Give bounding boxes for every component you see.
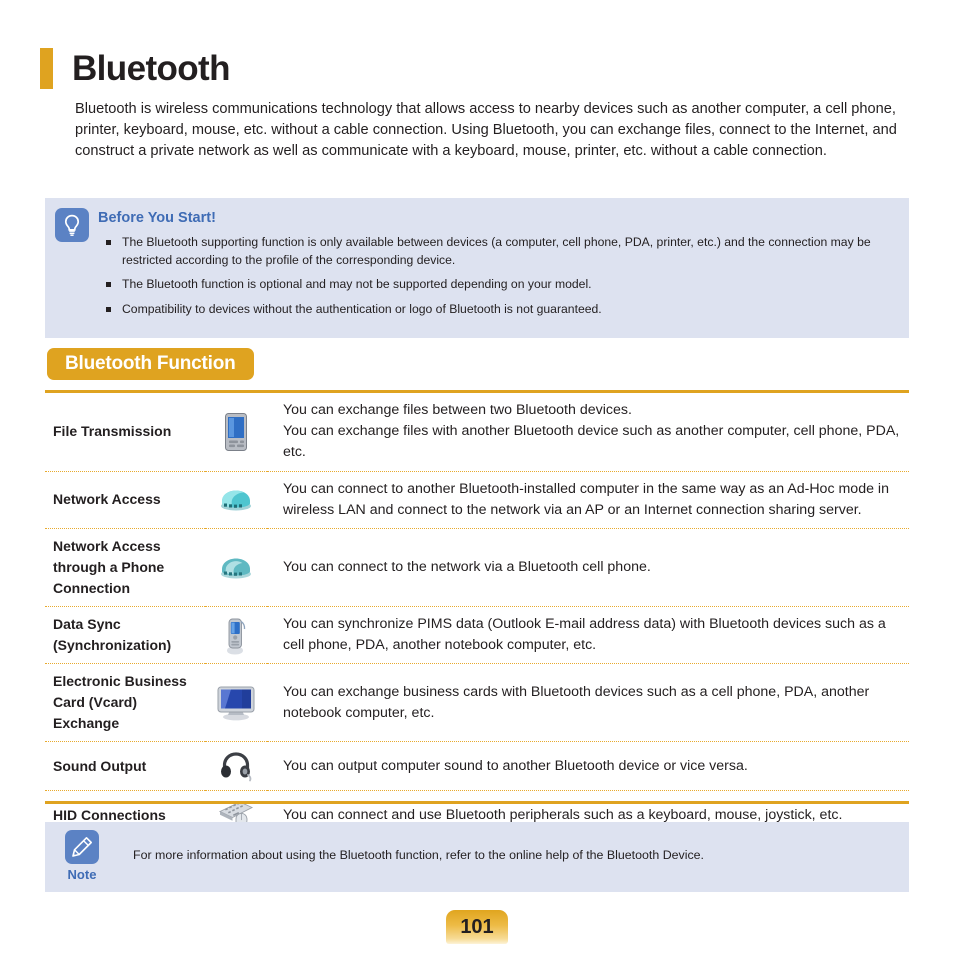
list-item: Compatibility to devices without the aut… <box>102 301 892 319</box>
before-you-start-list: The Bluetooth supporting function is onl… <box>102 234 892 325</box>
table-row: Network Access through a Phone Connectio… <box>45 528 909 608</box>
table-bottom-rule <box>45 801 909 804</box>
bluetooth-function-table: File Transmission You can exchange files… <box>45 390 909 839</box>
table-row: Data Sync (Synchronization) You can sync… <box>45 606 909 665</box>
section-heading: Bluetooth Function <box>47 348 254 380</box>
table-row: File Transmission You can exchange files… <box>45 393 909 472</box>
row-description: You can synchronize PIMS data (Outlook E… <box>267 606 909 665</box>
row-name: Data Sync (Synchronization) <box>45 606 205 665</box>
note-text: For more information about using the Blu… <box>133 848 705 862</box>
page-title-text: Bluetooth <box>72 49 231 88</box>
monitor-icon <box>205 663 267 743</box>
list-item: The Bluetooth function is optional and m… <box>102 276 892 294</box>
list-item: The Bluetooth supporting function is onl… <box>102 234 892 269</box>
row-name: Electronic Business Card (Vcard) Exchang… <box>45 663 205 743</box>
cellphone-sync-icon <box>205 606 267 665</box>
row-description: You can connect to another Bluetooth-ins… <box>267 471 909 530</box>
document-page: Bluetooth Bluetooth is wireless communic… <box>0 0 954 954</box>
table-row: Electronic Business Card (Vcard) Exchang… <box>45 663 909 743</box>
table-row: Sound Output You can output computer sou… <box>45 741 909 792</box>
network-modem-icon <box>205 471 267 530</box>
page-number-badge: 101 <box>446 910 508 944</box>
square-bullet-icon <box>106 240 111 245</box>
square-bullet-icon <box>106 282 111 288</box>
list-item-text: The Bluetooth supporting function is onl… <box>122 235 871 267</box>
row-name: Sound Output <box>45 741 205 792</box>
title-accent-bar <box>40 48 53 89</box>
row-name: File Transmission <box>45 393 205 472</box>
pda-device-icon <box>205 393 267 472</box>
list-item-text: The Bluetooth function is optional and m… <box>122 277 592 292</box>
list-item-text: Compatibility to devices without the aut… <box>122 301 602 316</box>
network-modem-icon <box>205 528 267 608</box>
headphones-icon <box>205 741 267 792</box>
before-you-start-box: Before You Start! The Bluetooth supporti… <box>45 198 909 338</box>
intro-paragraph: Bluetooth is wireless communications tec… <box>75 101 897 160</box>
row-description: You can connect to the network via a Blu… <box>267 528 909 608</box>
table-row: Network Access You can connect to anothe… <box>45 471 909 530</box>
pencil-icon <box>65 830 99 864</box>
row-name: Network Access <box>45 471 205 530</box>
lightbulb-icon <box>55 208 89 242</box>
before-you-start-heading: Before You Start! <box>98 210 216 226</box>
note-label: Note <box>67 867 97 882</box>
page-title: Bluetooth <box>40 48 231 89</box>
row-description: You can output computer sound to another… <box>267 741 909 792</box>
note-box: Note For more information about using th… <box>45 822 909 892</box>
row-name: Network Access through a Phone Connectio… <box>45 528 205 608</box>
square-bullet-icon <box>106 306 111 312</box>
row-description: You can exchange files between two Bluet… <box>267 393 909 472</box>
row-description: You can exchange business cards with Blu… <box>267 663 909 743</box>
